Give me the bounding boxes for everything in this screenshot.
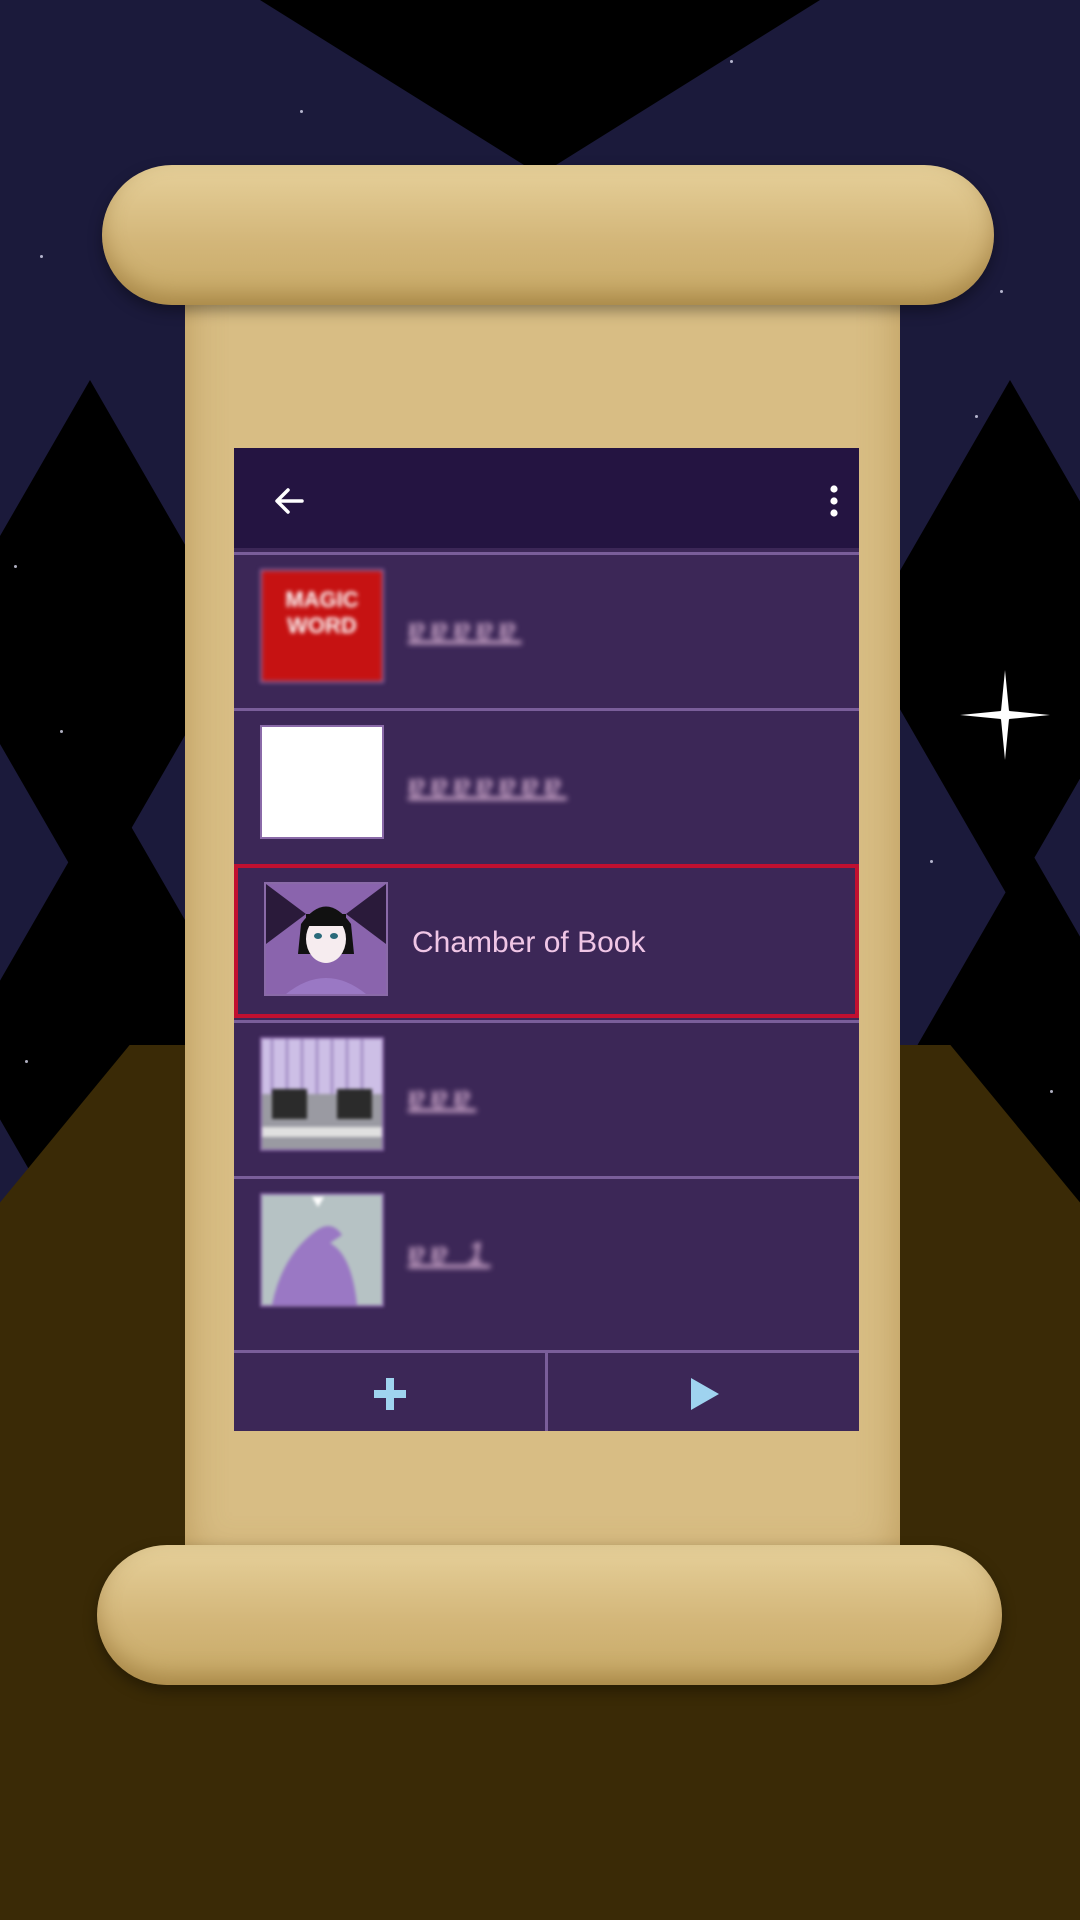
arrow-left-icon [275,488,304,514]
add-book-button[interactable] [234,1353,545,1431]
witch-portrait-image [266,884,386,994]
list-item-selected[interactable]: Chamber of Book [234,864,859,1018]
blank-cover-thumbnail [260,725,384,839]
sparkle-star-icon [960,670,1050,760]
book-title: ɐɐɐɐɐɐɐ [408,769,567,802]
scroll-top-roll [102,165,994,305]
list-item[interactable]: ɐɐ 1 [234,1176,859,1330]
back-button[interactable] [264,476,314,526]
star [930,860,933,863]
witch-portrait-cover-thumbnail [264,882,388,996]
play-button[interactable] [548,1353,859,1431]
book-list: MAGIC WORD ɐɐɐɐɐ ɐɐɐɐɐɐɐ Chamber of Book… [234,548,859,1431]
star [730,60,733,63]
thumbnail-text: MAGIC WORD [285,587,359,638]
more-options-button[interactable] [814,476,854,526]
star [1000,290,1003,293]
room-image [262,1039,382,1149]
book-list-panel: MAGIC WORD ɐɐɐɐɐ ɐɐɐɐɐɐɐ Chamber of Book… [234,448,859,1431]
wizard-cover-thumbnail [260,1193,384,1307]
list-item[interactable]: ɐɐɐɐɐɐɐ [234,708,859,862]
book-title: ɐɐɐɐɐ [408,613,522,646]
list-item[interactable]: ɐɐɐ [234,1020,859,1174]
room-cover-thumbnail [260,1037,384,1151]
magic-word-cover-thumbnail: MAGIC WORD [260,569,384,683]
star [25,1060,28,1063]
more-vertical-icon [830,485,838,517]
star [14,565,17,568]
scroll-bottom-roll [97,1545,1002,1685]
book-title: ɐɐ 1 [408,1237,491,1270]
book-title: ɐɐɐ [408,1081,477,1114]
star [975,415,978,418]
star [1050,1090,1053,1093]
star [60,730,63,733]
app-bar [234,448,859,548]
wizard-image [262,1195,382,1305]
plus-icon [373,1377,406,1410]
list-item[interactable]: MAGIC WORD ɐɐɐɐɐ [234,552,859,706]
play-icon [690,1377,719,1410]
star [300,110,303,113]
star [40,255,43,258]
bottom-action-bar [234,1350,859,1431]
book-title: Chamber of Book [412,926,646,959]
